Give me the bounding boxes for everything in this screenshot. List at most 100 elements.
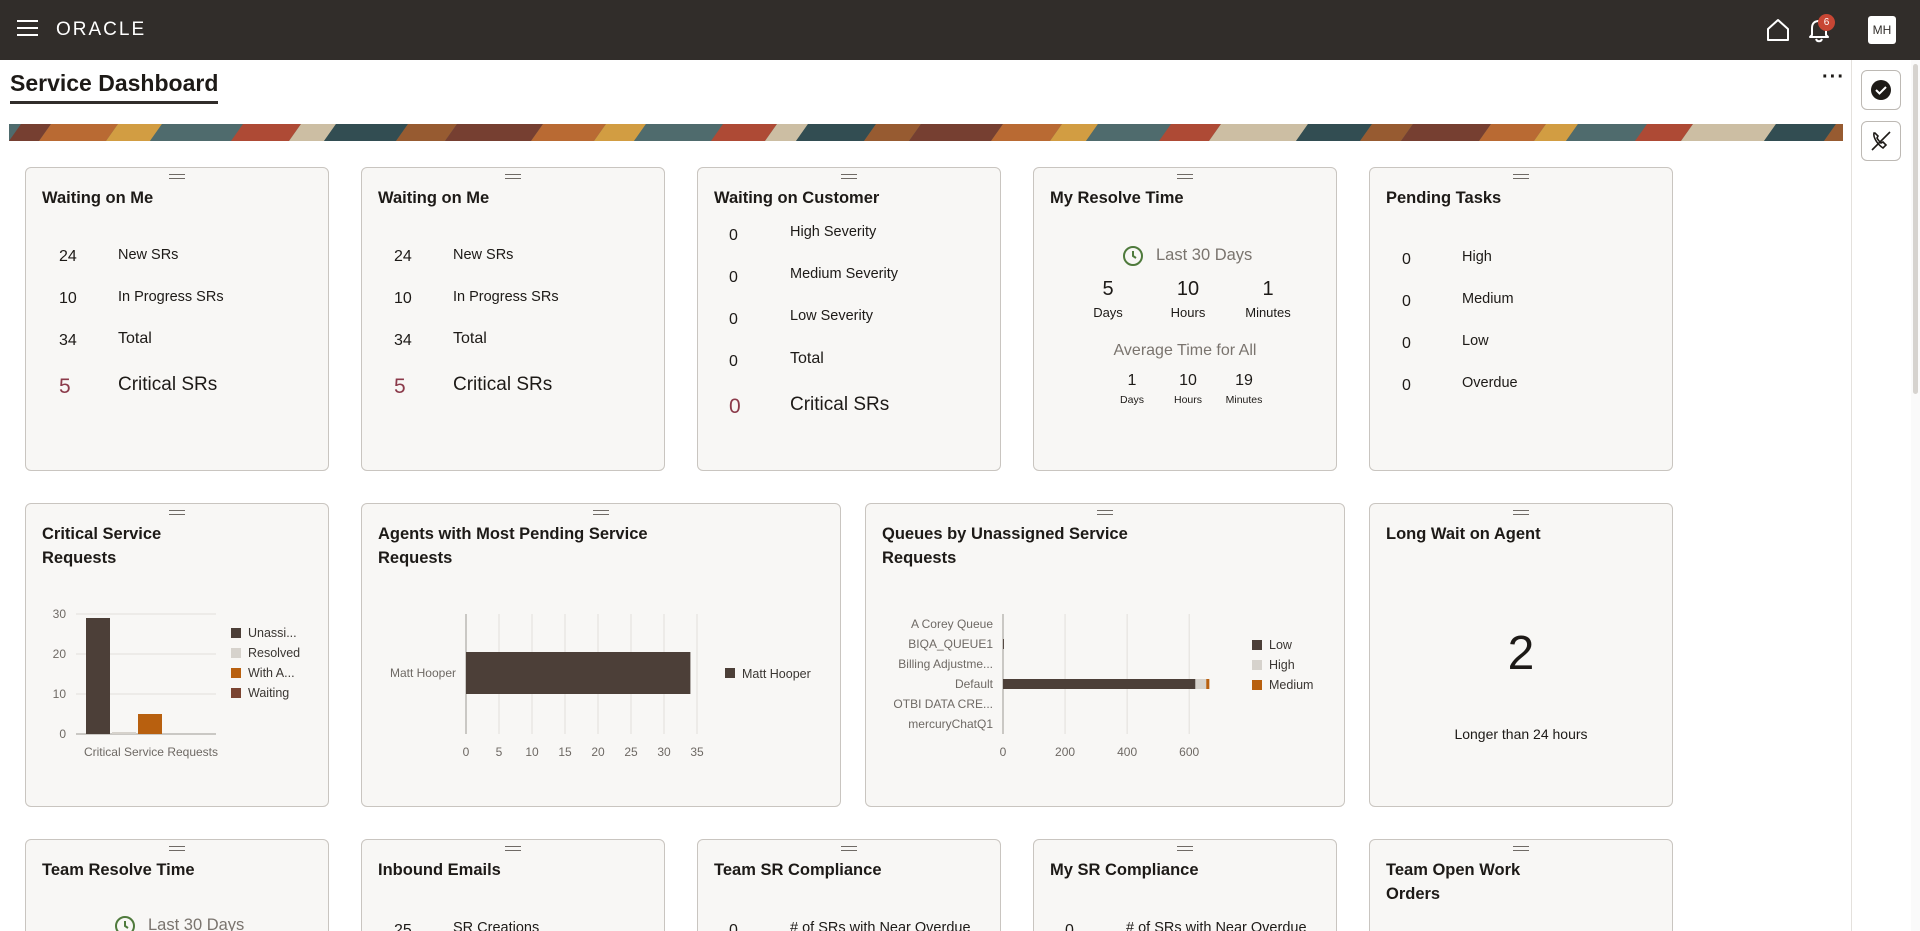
metric-label[interactable]: # of SRs with Near Overdue [1126, 920, 1307, 931]
scrollbar-thumb[interactable] [1913, 64, 1918, 394]
metric-value: 0 [1402, 293, 1411, 310]
card-queues-unassigned[interactable]: Queues by Unassigned Service Requests 0 2… [865, 503, 1345, 807]
drag-handle[interactable] [169, 846, 185, 851]
card-my-sr-compliance[interactable]: My SR Compliance 0 # of SRs with Near Ov… [1033, 839, 1337, 931]
x-tick-label: 25 [624, 745, 638, 759]
metric-label[interactable]: # of SRs with Near Overdue [790, 920, 971, 931]
metric-label[interactable]: Overdue [1462, 375, 1518, 391]
time-value: 19 [1235, 372, 1253, 389]
period-label: Last 30 Days [1156, 246, 1253, 264]
metric-value: 34 [59, 332, 77, 349]
metric-value: 0 [1402, 335, 1411, 352]
card-agents-pending[interactable]: Agents with Most Pending Service Request… [361, 503, 841, 807]
y-category-label: A Corey Queue [911, 617, 993, 631]
card-team-sr-compliance[interactable]: Team SR Compliance 0 # of SRs with Near … [697, 839, 1001, 931]
card-title: My Resolve Time [1050, 189, 1184, 207]
critical-label[interactable]: Critical SRs [453, 374, 552, 396]
legend-label: Unassi... [248, 626, 297, 640]
card-title: Pending Tasks [1386, 189, 1502, 207]
long-wait-value[interactable]: 2 [1370, 626, 1672, 681]
tasks-button[interactable] [1861, 70, 1901, 110]
legend-label: Low [1269, 638, 1293, 652]
menu-icon[interactable] [17, 20, 38, 38]
metric-label[interactable]: High [1462, 249, 1492, 265]
card-title: Team SR Compliance [714, 861, 882, 879]
metric-label[interactable]: In Progress SRs [453, 289, 559, 305]
card-title: My SR Compliance [1050, 861, 1199, 879]
drag-handle[interactable] [505, 174, 521, 179]
drag-handle[interactable] [1177, 174, 1193, 179]
card-inbound-emails[interactable]: Inbound Emails 25 SR Creations [361, 839, 665, 931]
metric-label[interactable]: High Severity [790, 224, 876, 240]
time-value: 1 [1262, 278, 1274, 300]
legend-swatch [725, 668, 735, 678]
drag-handle[interactable] [1513, 846, 1529, 851]
card-title: Waiting on Me [42, 189, 154, 207]
more-actions-button[interactable]: ··· [1822, 66, 1845, 89]
drag-handle[interactable] [593, 510, 609, 515]
drag-handle[interactable] [1097, 510, 1113, 515]
x-tick-label: 0 [463, 745, 470, 759]
metric-label[interactable]: Medium [1462, 291, 1514, 307]
average-label: Average Time for All [1113, 342, 1257, 359]
metric-value: 0 [729, 311, 738, 328]
top-bar: ORACLE 6 MH [0, 0, 1920, 60]
card-title: Waiting on Me [378, 189, 490, 207]
metric-value: 0 [1065, 922, 1074, 931]
metric-label[interactable]: New SRs [118, 247, 178, 263]
clock-icon [1123, 246, 1143, 266]
bar-matt-hooper [466, 652, 691, 694]
time-part: 5 Days [1078, 278, 1138, 320]
drag-handle[interactable] [1177, 846, 1193, 851]
phone-off-icon [1871, 131, 1891, 151]
metric-value: 10 [59, 290, 77, 307]
drag-handle[interactable] [169, 510, 185, 515]
metric-label[interactable]: In Progress SRs [118, 289, 224, 305]
card-team-open-work-orders[interactable]: Team Open Work Orders [1369, 839, 1673, 931]
x-tick-label: 600 [1179, 745, 1199, 759]
drag-handle[interactable] [169, 174, 185, 179]
legend-label: Matt Hooper [742, 667, 811, 681]
critical-value: 5 [394, 375, 406, 398]
legend-label: High [1269, 658, 1295, 672]
card-waiting-on-me-2[interactable]: Waiting on Me 24 New SRs 10 In Progress … [361, 167, 665, 471]
long-wait-caption: Longer than 24 hours [1454, 726, 1588, 742]
critical-label[interactable]: Critical SRs [790, 394, 889, 416]
call-off-button[interactable] [1861, 121, 1901, 161]
metric-label[interactable]: Total [118, 330, 152, 348]
metric-label[interactable]: Low [1462, 333, 1489, 349]
drag-handle[interactable] [841, 174, 857, 179]
oracle-logo[interactable]: ORACLE [56, 19, 146, 41]
drag-handle[interactable] [505, 846, 521, 851]
card-long-wait-on-agent[interactable]: Long Wait on Agent 2 Longer than 24 hour… [1369, 503, 1673, 807]
card-pending-tasks[interactable]: Pending Tasks 0 High 0 Medium 0 Low 0 Ov… [1369, 167, 1673, 471]
x-tick-label: 35 [690, 745, 704, 759]
time-value: 1 [1127, 372, 1137, 389]
decorative-banner [9, 124, 1843, 141]
time-part: 19 Minutes [1222, 372, 1266, 406]
y-category-label: BIQA_QUEUE1 [908, 637, 993, 651]
card-title: Long Wait on Agent [1386, 525, 1541, 543]
x-tick-label: 5 [496, 745, 503, 759]
drag-handle[interactable] [1513, 510, 1529, 515]
period-label: Last 30 Days [148, 916, 245, 931]
critical-label[interactable]: Critical SRs [118, 374, 217, 396]
card-critical-service-requests[interactable]: Critical Service Requests 0 10 20 30 Critica… [25, 503, 329, 807]
card-waiting-on-me-1[interactable]: Waiting on Me 24 New SRs 10 In Progress … [25, 167, 329, 471]
card-my-resolve-time[interactable]: My Resolve Time Last 30 Days 5 Days 10 Hou… [1033, 167, 1337, 471]
card-team-resolve-time[interactable]: Team Resolve Time Last 30 Days [25, 839, 329, 931]
notification-count-badge: 6 [1818, 14, 1835, 31]
metric-label[interactable]: Low Severity [790, 308, 873, 324]
drag-handle[interactable] [1513, 174, 1529, 179]
metric-label[interactable]: New SRs [453, 247, 513, 263]
metric-label[interactable]: SR Creations [453, 920, 539, 931]
user-avatar[interactable]: MH [1868, 16, 1896, 44]
drag-handle[interactable] [841, 846, 857, 851]
home-icon[interactable] [1765, 17, 1791, 43]
metric-label[interactable]: Total [790, 350, 824, 368]
metric-label[interactable]: Total [453, 330, 487, 348]
card-waiting-on-customer[interactable]: Waiting on Customer 0 High Severity 0 Me… [697, 167, 1001, 471]
card-title: Team Open Work Orders [1386, 861, 1521, 903]
metric-label[interactable]: Medium Severity [790, 266, 898, 282]
critical-value: 0 [729, 395, 741, 418]
